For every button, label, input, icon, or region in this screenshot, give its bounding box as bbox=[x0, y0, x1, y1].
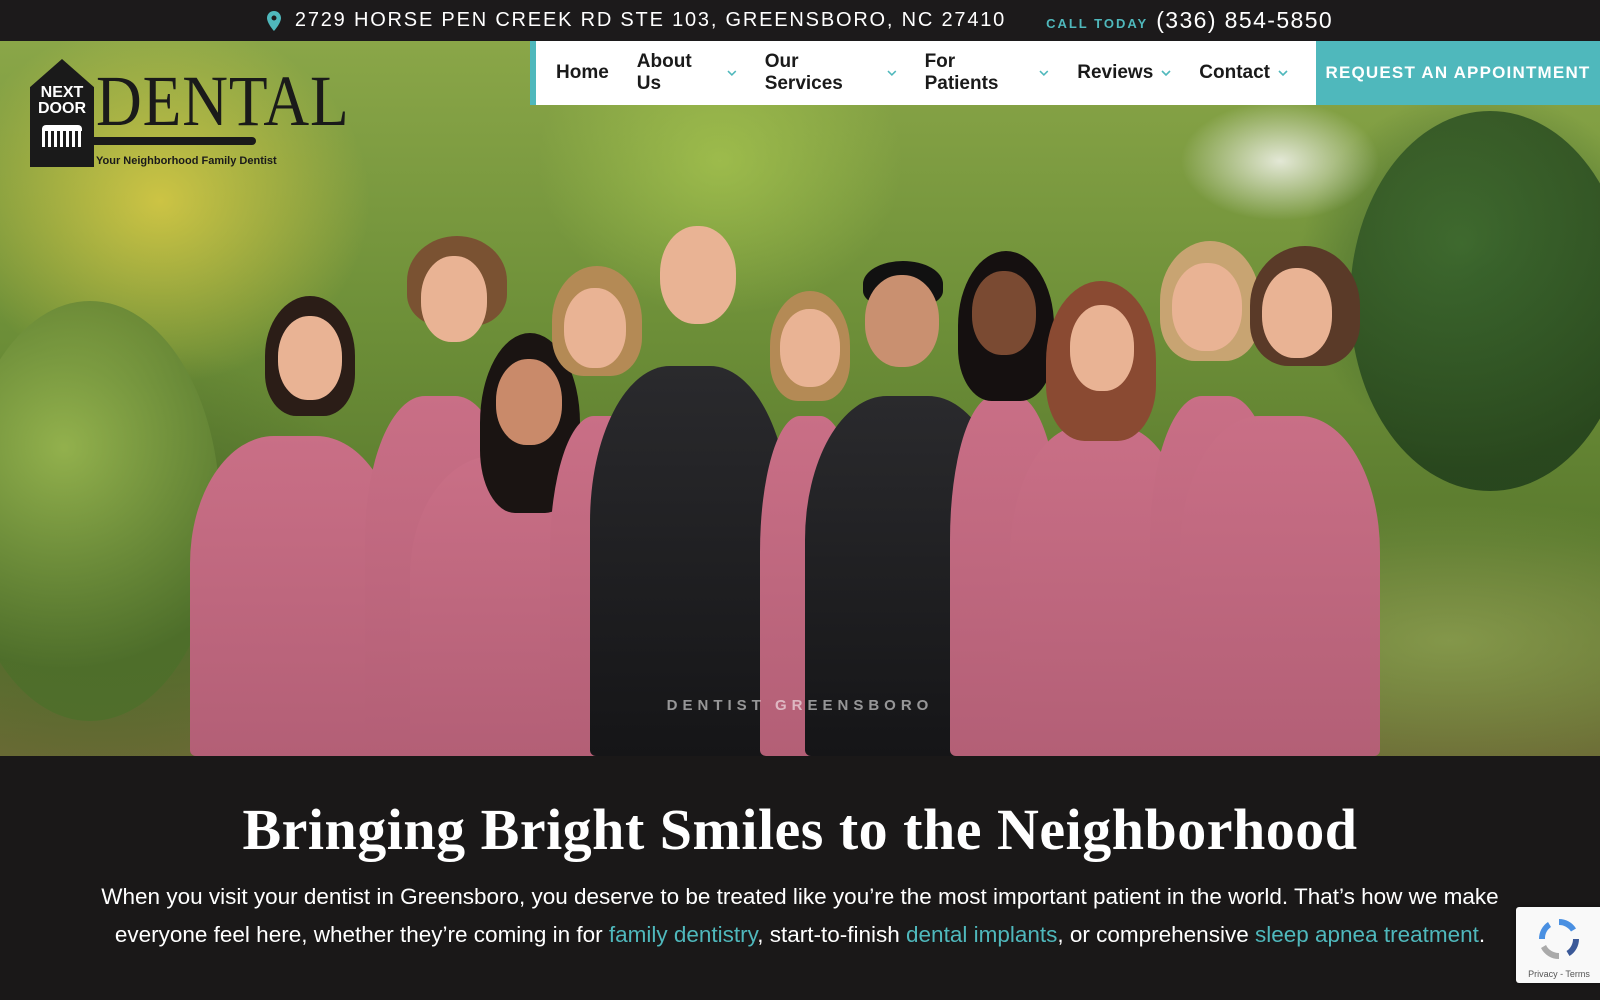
nav-item-reviews[interactable]: Reviews bbox=[1077, 62, 1171, 84]
chevron-down-icon bbox=[1039, 70, 1049, 77]
nav-item-for-patients[interactable]: For Patients bbox=[925, 51, 1050, 95]
recaptcha-icon bbox=[1538, 919, 1579, 960]
chevron-down-icon bbox=[727, 70, 737, 77]
site-logo[interactable]: NEXT DOOR DENTAL Your Neighborhood Famil… bbox=[28, 59, 349, 173]
phone-number[interactable]: (336) 854-5850 bbox=[1156, 7, 1333, 34]
team-member bbox=[1180, 246, 1400, 756]
intro-paragraph: When you visit your dentist in Greensbor… bbox=[100, 878, 1500, 954]
recaptcha-badge[interactable]: Privacy - Terms bbox=[1516, 907, 1600, 983]
intro-section: Bringing Bright Smiles to the Neighborho… bbox=[0, 756, 1600, 1000]
logo-wordmark: DENTAL bbox=[96, 61, 350, 141]
hero-caption: DENTIST GREENSBORO bbox=[666, 697, 934, 714]
chevron-down-icon bbox=[1278, 70, 1288, 77]
family-dentistry-link[interactable]: family dentistry bbox=[609, 922, 757, 947]
recaptcha-terms[interactable]: Privacy - Terms bbox=[1516, 969, 1600, 979]
hero-foliage bbox=[0, 301, 220, 721]
intro-text: , start-to-finish bbox=[757, 922, 907, 947]
call-today[interactable]: CALL TODAY (336) 854-5850 bbox=[1046, 7, 1333, 34]
sleep-apnea-link[interactable]: sleep apnea treatment bbox=[1255, 922, 1479, 947]
hero-sky bbox=[1180, 101, 1380, 221]
address-text: 2729 HORSE PEN CREEK RD STE 103, GREENSB… bbox=[294, 9, 1007, 31]
logo-house-text: NEXT DOOR bbox=[38, 84, 86, 117]
request-appointment-button[interactable]: REQUEST AN APPOINTMENT bbox=[1316, 41, 1600, 105]
top-bar: 2729 HORSE PEN CREEK RD STE 103, GREENSB… bbox=[0, 0, 1600, 41]
intro-text: , or comprehensive bbox=[1057, 922, 1255, 947]
nav-menu: Home About Us Our Services For Patients … bbox=[536, 41, 1316, 105]
chevron-down-icon bbox=[887, 70, 897, 77]
dental-implants-link[interactable]: dental implants bbox=[906, 922, 1057, 947]
map-pin-icon bbox=[266, 10, 281, 31]
logo-tagline: Your Neighborhood Family Dentist bbox=[96, 155, 277, 167]
intro-text: . bbox=[1478, 922, 1486, 947]
nav-item-contact[interactable]: Contact bbox=[1199, 62, 1288, 84]
nav-item-about-us[interactable]: About Us bbox=[637, 51, 737, 95]
call-label: CALL TODAY bbox=[1046, 16, 1149, 31]
main-nav: Home About Us Our Services For Patients … bbox=[530, 41, 1600, 105]
nav-item-home[interactable]: Home bbox=[556, 62, 609, 84]
address[interactable]: 2729 HORSE PEN CREEK RD STE 103, GREENSB… bbox=[266, 9, 1007, 32]
toothbrush-icon bbox=[42, 125, 82, 147]
page-headline: Bringing Bright Smiles to the Neighborho… bbox=[242, 797, 1358, 862]
chevron-down-icon bbox=[1161, 70, 1171, 77]
nav-item-our-services[interactable]: Our Services bbox=[765, 51, 897, 95]
